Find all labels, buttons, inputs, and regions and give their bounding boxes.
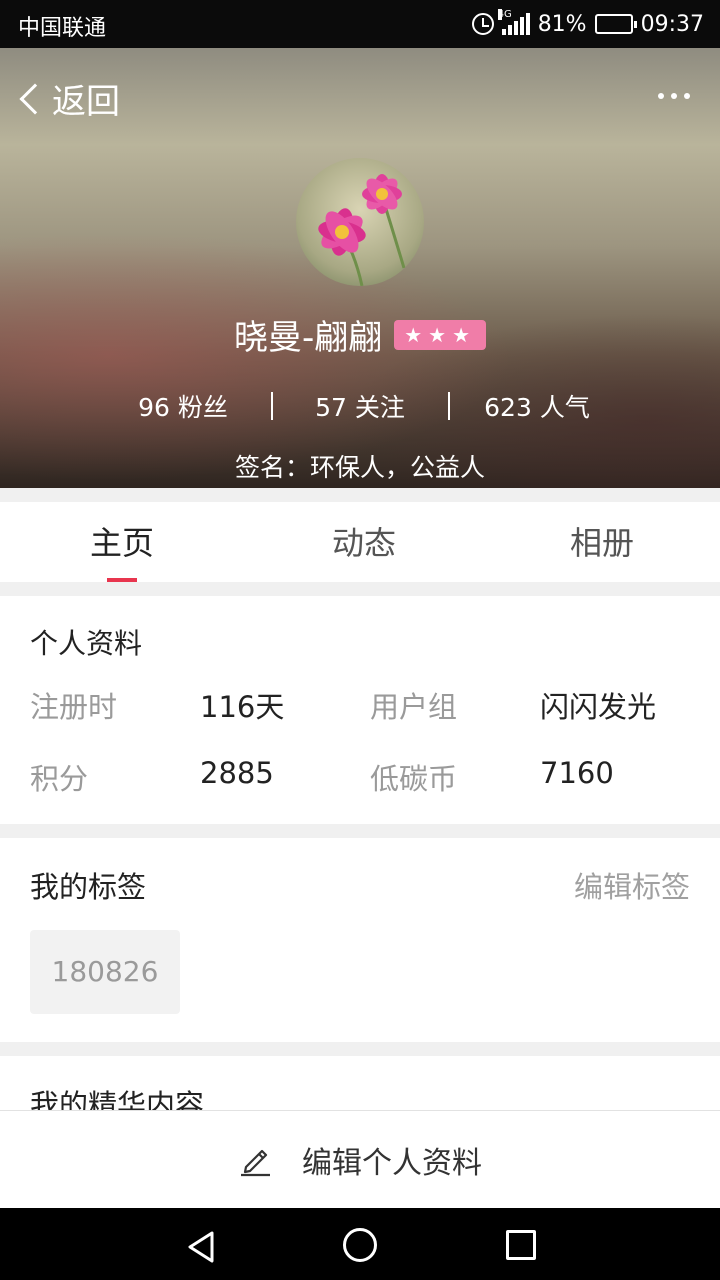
level-badge: ★★★	[394, 319, 487, 350]
nav-recent-icon[interactable]	[506, 1230, 536, 1260]
signal-icon: 4G	[497, 9, 530, 35]
edit-tags-link[interactable]: 编辑标签	[574, 864, 690, 906]
battery-icon	[594, 14, 637, 34]
essence-card: 我的精华内容	[0, 1056, 720, 1116]
flower-avatar-image	[296, 158, 424, 286]
info-value: 7160	[540, 756, 614, 790]
pencil-icon	[241, 1149, 270, 1176]
carrier-name: 中国联通	[18, 16, 107, 41]
info-label: 积分	[30, 762, 89, 796]
chevron-left-icon	[19, 82, 51, 115]
avatar[interactable]	[296, 158, 424, 286]
tags-card: 我的标签 编辑标签 180826	[0, 838, 720, 1042]
info-value: 2885	[200, 756, 274, 790]
following-stat[interactable]: 57 关注	[273, 388, 448, 424]
system-nav-bar	[0, 1208, 720, 1280]
info-value: 闪闪发光	[540, 690, 657, 724]
signature-text: 签名：环保人，公益人	[234, 453, 485, 482]
user-name: 晓曼-翩翩	[233, 318, 383, 358]
name-row: 晓曼-翩翩 ★★★	[0, 310, 720, 359]
battery-percent: 81%	[537, 11, 587, 37]
tab-album[interactable]: 相册	[484, 502, 720, 582]
clock: 09:37	[640, 11, 704, 37]
section-title: 我的标签	[30, 870, 147, 904]
nav-home-icon[interactable]	[343, 1228, 377, 1262]
tag-chip[interactable]: 180826	[30, 930, 180, 1014]
status-bar: 中国联通 4G 81% 09:37	[0, 0, 720, 48]
info-label: 用户组	[370, 690, 458, 724]
tab-activity[interactable]: 动态	[244, 502, 484, 582]
popularity-stat: 623 人气	[484, 393, 590, 422]
alarm-icon	[471, 13, 494, 35]
stats-row: 96 粉丝 57 关注 623 人气	[0, 388, 720, 424]
edit-profile-button[interactable]: 编辑个人资料	[0, 1110, 720, 1208]
status-icons: 4G 81% 09:37	[471, 8, 704, 40]
profile-info-card: 个人资料 注册时 116天 用户组 闪闪发光 积分 2885 低碳币 7160	[0, 596, 720, 824]
back-button[interactable]: 返回	[14, 74, 120, 123]
back-label: 返回	[52, 82, 120, 122]
followers-stat[interactable]: 96 粉丝	[96, 388, 271, 424]
info-value: 116天	[200, 690, 285, 724]
tab-home[interactable]: 主页	[0, 502, 244, 582]
edit-profile-label: 编辑个人资料	[302, 1145, 482, 1181]
section-title: 个人资料	[30, 627, 143, 660]
nav-back-icon[interactable]	[186, 1230, 216, 1264]
more-options-icon[interactable]	[658, 93, 690, 99]
info-label: 注册时	[30, 690, 118, 724]
info-label: 低碳币	[370, 762, 458, 796]
tab-bar: 主页 动态 相册	[0, 502, 720, 582]
profile-header: 返回 晓曼-翩翩 ★★★ 96 粉丝 57 关注 623 人气 签名：环保人，公…	[0, 48, 720, 488]
